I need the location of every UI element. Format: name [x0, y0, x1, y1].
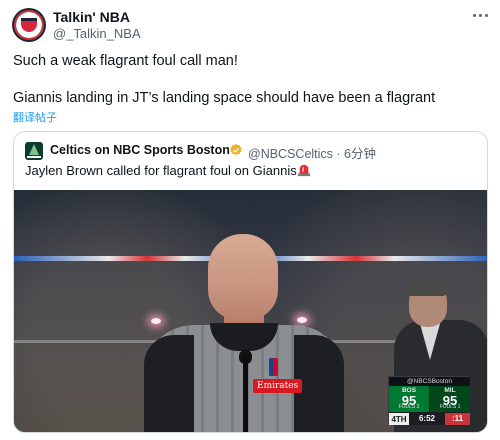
tree-logo-icon [29, 144, 39, 155]
microphone-stand [243, 355, 248, 432]
translate-post-link[interactable]: 翻译帖子 [13, 109, 57, 125]
shot-clock: :11 [445, 413, 470, 425]
author-display-name[interactable]: Talkin' NBA [53, 9, 130, 25]
tweet-card: Talkin' NBA @_Talkin_NBA Such a weak fla… [0, 0, 500, 440]
quoted-handle-time[interactable]: @NBCSCeltics · 6分钟 [248, 143, 376, 162]
scorebug: @NBCSBoston BOS 95 MIL 95 FOULS 3 FOULS … [388, 376, 470, 425]
arena-light [151, 318, 161, 324]
scorebug-clock-row: 4TH 6:52 :11 [389, 413, 470, 425]
video-thumbnail[interactable]: Emirates @NBCSBoston BOS 95 MIL 95 FOULS… [14, 190, 487, 432]
arena-light [297, 317, 307, 323]
more-horizontal-icon[interactable] [470, 8, 490, 22]
nba-logo-icon [269, 358, 278, 376]
author-handle[interactable]: @_Talkin_NBA [53, 26, 141, 41]
referee-head [208, 234, 278, 320]
background-official-hair [407, 278, 447, 296]
quoted-tweet-card[interactable]: Celtics on NBC Sports Boston @NBCSCeltic… [13, 131, 488, 433]
sponsor-patch: Emirates [253, 379, 303, 393]
home-team-fouls: FOULS 3 [398, 404, 420, 410]
logo-bar [27, 156, 41, 158]
referee-left-shoulder [144, 335, 194, 432]
tweet-text-line-1: Such a weak flagrant foul call man! [13, 53, 238, 69]
tweet-text-line-2: Giannis landing in JT’s landing space sh… [13, 90, 436, 106]
verified-badge-icon [230, 143, 242, 156]
away-team-fouls: FOULS 1 [439, 404, 461, 410]
author-avatar[interactable] [12, 8, 46, 42]
quoted-avatar[interactable] [25, 142, 43, 160]
quoted-display-name[interactable]: Celtics on NBC Sports Boston [50, 143, 230, 157]
siren-emoji-icon [297, 164, 311, 177]
scorebug-network: @NBCSBoston [389, 377, 470, 386]
game-clock: 6:52 [409, 413, 445, 425]
quoted-text: Jaylen Brown called for flagrant foul on… [25, 163, 297, 178]
game-period: 4TH [391, 414, 407, 424]
